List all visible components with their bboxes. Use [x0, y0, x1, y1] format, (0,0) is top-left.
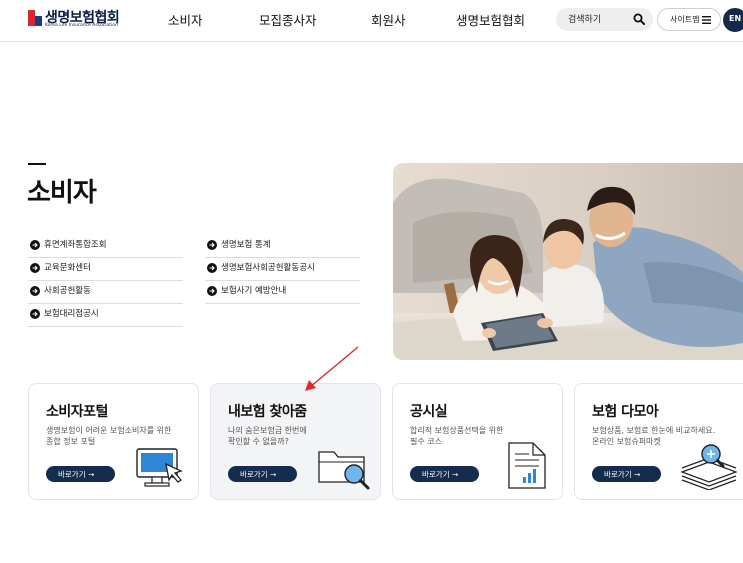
card-disclosure-room[interactable]: 공시실 합리적 보험상품선택을 위한 필수 코스 바로가기 →: [392, 383, 563, 500]
hamburger-icon: [702, 16, 711, 24]
arrow-circle-icon: [30, 309, 40, 319]
card-title: 보험 다모아: [592, 404, 659, 420]
card-go-label: 바로가기 →: [240, 470, 277, 479]
card-consumer-portal[interactable]: 소비자포털 생명보험이 어려운 보험소비자를 위한 종합 정보 포털 바로가기 …: [28, 383, 199, 500]
document-chart-icon: [508, 442, 546, 489]
folder-search-icon: [318, 451, 370, 490]
page-title: 소비자: [27, 178, 97, 208]
logo-mark-icon: [28, 10, 42, 26]
card-go-label: 바로가기 →: [604, 470, 641, 479]
quick-link-label: 보험대리점공시: [44, 309, 99, 319]
title-accent-bar: [28, 163, 46, 165]
site-header: 생명보험협회 Korea Life Insurance Association …: [0, 0, 743, 42]
quick-link-label: 보험사기 예방안내: [221, 286, 287, 296]
card-title: 공시실: [410, 404, 448, 420]
nav-recruiter[interactable]: 모집종사자: [259, 10, 317, 29]
card-desc-line: 생명보험이 어려운 보험소비자를 위한: [46, 426, 172, 435]
card-go-label: 바로가기 →: [58, 470, 95, 479]
nav-consumer[interactable]: 소비자: [168, 10, 203, 29]
quick-link-label: 교육문화센터: [44, 263, 91, 273]
card-title: 소비자포털: [46, 404, 108, 420]
card-desc-line: 보험상품, 보험료 한눈에 비교하세요.: [592, 426, 716, 435]
computer-monitor-icon: [136, 448, 183, 487]
arrow-circle-icon: [30, 263, 40, 273]
sitemap-button[interactable]: 사이트맵: [657, 8, 721, 31]
card-go-button[interactable]: 바로가기 →: [410, 466, 479, 482]
annotation-arrow-icon: [305, 346, 359, 391]
quick-link-label: 생명보험사회공헌활동공시: [221, 263, 315, 273]
card-desc-line: 나의 숨은보험금 한번에: [228, 426, 307, 435]
nav-members[interactable]: 회원사: [371, 10, 406, 29]
arrow-circle-icon: [30, 240, 40, 250]
arrow-circle-icon: [207, 286, 217, 296]
hero-family-photo: [393, 163, 743, 360]
search-placeholder: 검색하기: [568, 15, 602, 25]
search-icon[interactable]: [633, 13, 645, 25]
quick-link-education-center[interactable]: 교육문화센터: [28, 258, 183, 281]
search-input[interactable]: 검색하기: [556, 8, 653, 31]
arrow-circle-icon: [207, 240, 217, 250]
quick-link-agency-disclosure[interactable]: 보험대리점공시: [28, 304, 183, 327]
quick-link-label: 사회공헌활동: [44, 286, 91, 296]
card-go-button[interactable]: 바로가기 →: [228, 466, 297, 482]
quick-link-label: 휴면계좌통합조회: [44, 240, 107, 250]
arrow-circle-icon: [30, 286, 40, 296]
site-logo[interactable]: 생명보험협회 Korea Life Insurance Association: [28, 8, 120, 32]
card-go-label: 바로가기 →: [422, 470, 459, 479]
logo-subtext: Korea Life Insurance Association: [45, 23, 118, 28]
quick-link-fraud-prevention[interactable]: 보험사기 예방안내: [205, 281, 360, 304]
card-find-my-insurance[interactable]: 내보험 찾아줌 나의 숨은보험금 한번에 확인할 수 없을까? 바로가기 →: [210, 383, 381, 500]
language-label: EN: [729, 14, 742, 23]
card-go-button[interactable]: 바로가기 →: [46, 466, 115, 482]
card-desc-line: 합리적 보험상품선택을 위한: [410, 426, 504, 435]
quick-link-label: 생명보험 통계: [221, 240, 271, 250]
sitemap-label: 사이트맵: [670, 15, 700, 24]
card-go-button[interactable]: 바로가기 →: [592, 466, 661, 482]
quick-link-statistics[interactable]: 생명보험 통계: [205, 235, 360, 258]
arrow-circle-icon: [207, 263, 217, 273]
card-insurance-damoa[interactable]: 보험 다모아 보험상품, 보험료 한눈에 비교하세요. 온라인 보험슈퍼마켓 바…: [574, 383, 743, 500]
language-toggle[interactable]: EN: [723, 8, 743, 32]
nav-association[interactable]: 생명보험협회: [456, 10, 525, 29]
quick-link-dormant-account[interactable]: 휴면계좌통합조회: [28, 235, 183, 258]
card-title: 내보험 찾아줌: [228, 404, 307, 420]
quick-link-social-activities[interactable]: 사회공헌활동: [28, 281, 183, 304]
quick-link-social-disclosure[interactable]: 생명보험사회공헌활동공시: [205, 258, 360, 281]
stacked-papers-search-icon: [680, 444, 738, 490]
